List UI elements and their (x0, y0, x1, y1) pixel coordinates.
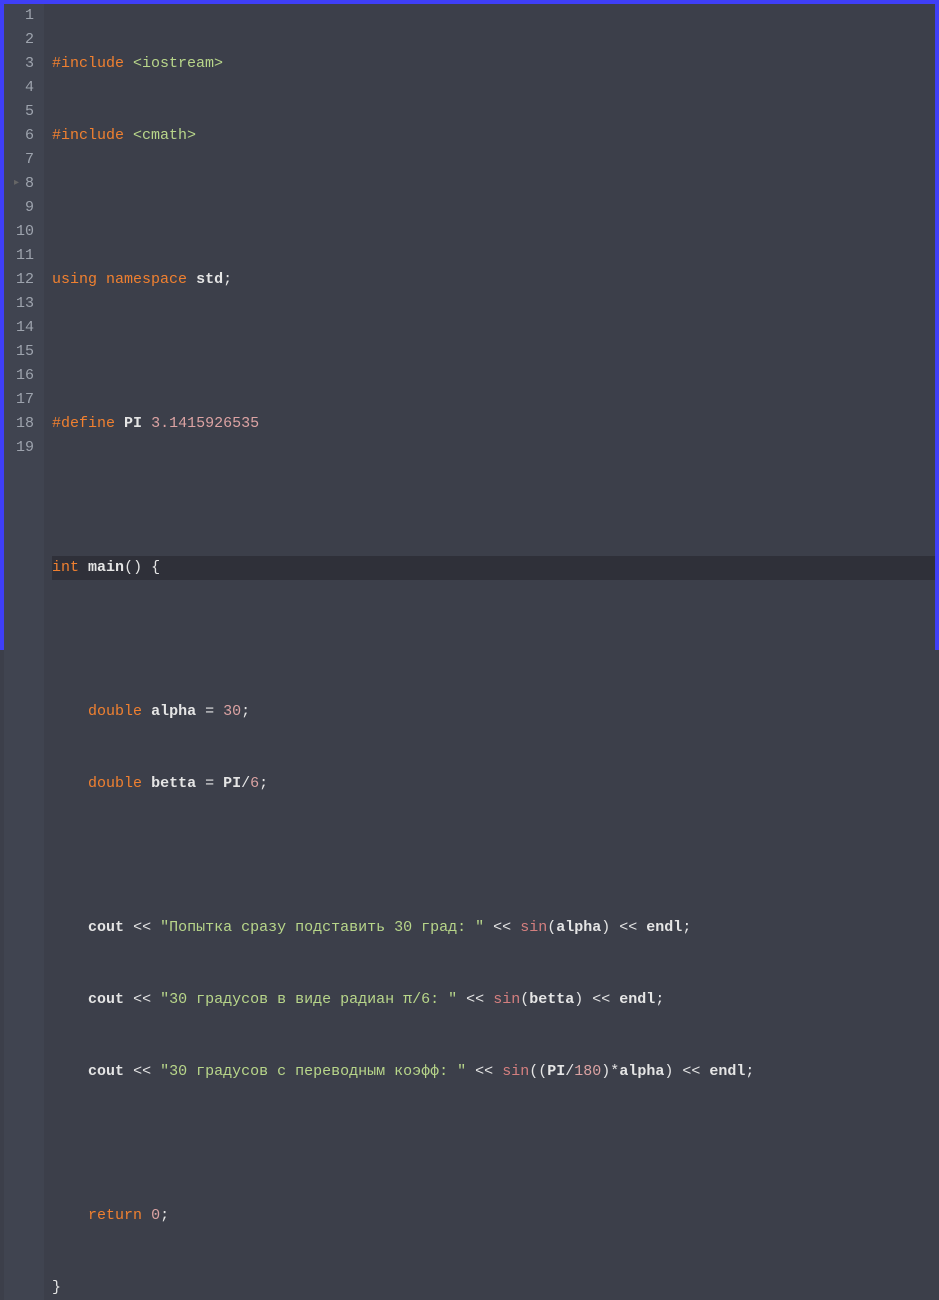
ident-token: betta (151, 775, 196, 792)
string-token: "Попытка сразу подставить 30 град: " (160, 919, 484, 936)
ident-token: cout (88, 919, 124, 936)
header-token: <cmath> (133, 127, 196, 144)
code-line[interactable]: } (52, 1276, 935, 1300)
number-token: 6 (250, 775, 259, 792)
keyword-token: return (88, 1207, 142, 1224)
string-token: "30 градусов с переводным коэфф: " (160, 1063, 466, 1080)
code-line[interactable]: #define PI 3.1415926535 (52, 412, 935, 436)
line-number: 17 (16, 388, 34, 412)
line-number: 8 (16, 172, 34, 196)
code-line[interactable] (52, 484, 935, 508)
ident-token: betta (529, 991, 574, 1008)
number-token: 180 (574, 1063, 601, 1080)
ident-token: alpha (619, 1063, 664, 1080)
line-number: 14 (16, 316, 34, 340)
directive-token: #include (52, 127, 124, 144)
type-token: int (52, 559, 79, 576)
header-token: <iostream> (133, 55, 223, 72)
line-number: 15 (16, 340, 34, 364)
ident-token: endl (709, 1063, 745, 1080)
op-token: << (466, 991, 484, 1008)
line-number: 19 (16, 436, 34, 460)
line-number: 6 (16, 124, 34, 148)
type-token: double (88, 775, 142, 792)
code-line[interactable] (52, 844, 935, 868)
number-token: 30 (223, 703, 241, 720)
op-token: * (610, 1063, 619, 1080)
code-line[interactable] (52, 1132, 935, 1156)
line-number: 11 (16, 244, 34, 268)
op-token: = (205, 703, 214, 720)
line-number: 2 (16, 28, 34, 52)
ident-token: endl (646, 919, 682, 936)
op-token: / (241, 775, 250, 792)
code-line[interactable] (52, 196, 935, 220)
code-line[interactable]: cout << "Попытка сразу подставить 30 гра… (52, 916, 935, 940)
code-line[interactable]: cout << "30 градусов в виде радиан π/6: … (52, 988, 935, 1012)
code-editor: 1 2 3 4 5 6 7 8 9 10 11 12 13 14 15 16 1… (4, 4, 935, 1300)
code-line[interactable]: double alpha = 30; (52, 700, 935, 724)
line-number: 13 (16, 292, 34, 316)
ident-token: alpha (556, 919, 601, 936)
keyword-token: using (52, 271, 97, 288)
code-line[interactable]: using namespace std; (52, 268, 935, 292)
ident-token: cout (88, 1063, 124, 1080)
code-line[interactable]: #include <iostream> (52, 52, 935, 76)
code-line[interactable]: int main() { (52, 556, 935, 580)
ident-token: endl (619, 991, 655, 1008)
op-token: << (592, 991, 610, 1008)
code-line[interactable]: #include <cmath> (52, 124, 935, 148)
op-token: << (682, 1063, 700, 1080)
ident-token: alpha (151, 703, 196, 720)
string-token: "30 градусов в виде радиан π/6: " (160, 991, 457, 1008)
line-number: 4 (16, 76, 34, 100)
line-number: 10 (16, 220, 34, 244)
line-number: 9 (16, 196, 34, 220)
code-line[interactable] (52, 628, 935, 652)
func-token: sin (502, 1063, 529, 1080)
ident-token: cout (88, 991, 124, 1008)
op-token: << (493, 919, 511, 936)
code-line[interactable] (52, 340, 935, 364)
line-number: 12 (16, 268, 34, 292)
line-number: 3 (16, 52, 34, 76)
number-token: 0 (151, 1207, 160, 1224)
op-token: << (133, 919, 151, 936)
code-line[interactable]: cout << "30 градусов с переводным коэфф:… (52, 1060, 935, 1084)
line-number: 16 (16, 364, 34, 388)
keyword-token: namespace (106, 271, 187, 288)
type-token: double (88, 703, 142, 720)
ident-token: main (88, 559, 124, 576)
line-number: 5 (16, 100, 34, 124)
directive-token: #define (52, 415, 115, 432)
code-line[interactable]: double betta = PI/6; (52, 772, 935, 796)
line-number: 1 (16, 4, 34, 28)
op-token: << (133, 991, 151, 1008)
op-token: << (475, 1063, 493, 1080)
line-gutter: 1 2 3 4 5 6 7 8 9 10 11 12 13 14 15 16 1… (4, 4, 44, 1300)
directive-token: #include (52, 55, 124, 72)
ident-token: std (196, 271, 223, 288)
number-token: 3.1415926535 (151, 415, 259, 432)
func-token: sin (493, 991, 520, 1008)
op-token: << (133, 1063, 151, 1080)
line-number: 7 (16, 148, 34, 172)
const-token: PI (223, 775, 241, 792)
code-area[interactable]: #include <iostream> #include <cmath> usi… (44, 4, 935, 1300)
op-token: << (619, 919, 637, 936)
const-token: PI (547, 1063, 565, 1080)
ident-token: PI (124, 415, 142, 432)
op-token: = (205, 775, 214, 792)
func-token: sin (520, 919, 547, 936)
code-line[interactable]: return 0; (52, 1204, 935, 1228)
line-number: 18 (16, 412, 34, 436)
